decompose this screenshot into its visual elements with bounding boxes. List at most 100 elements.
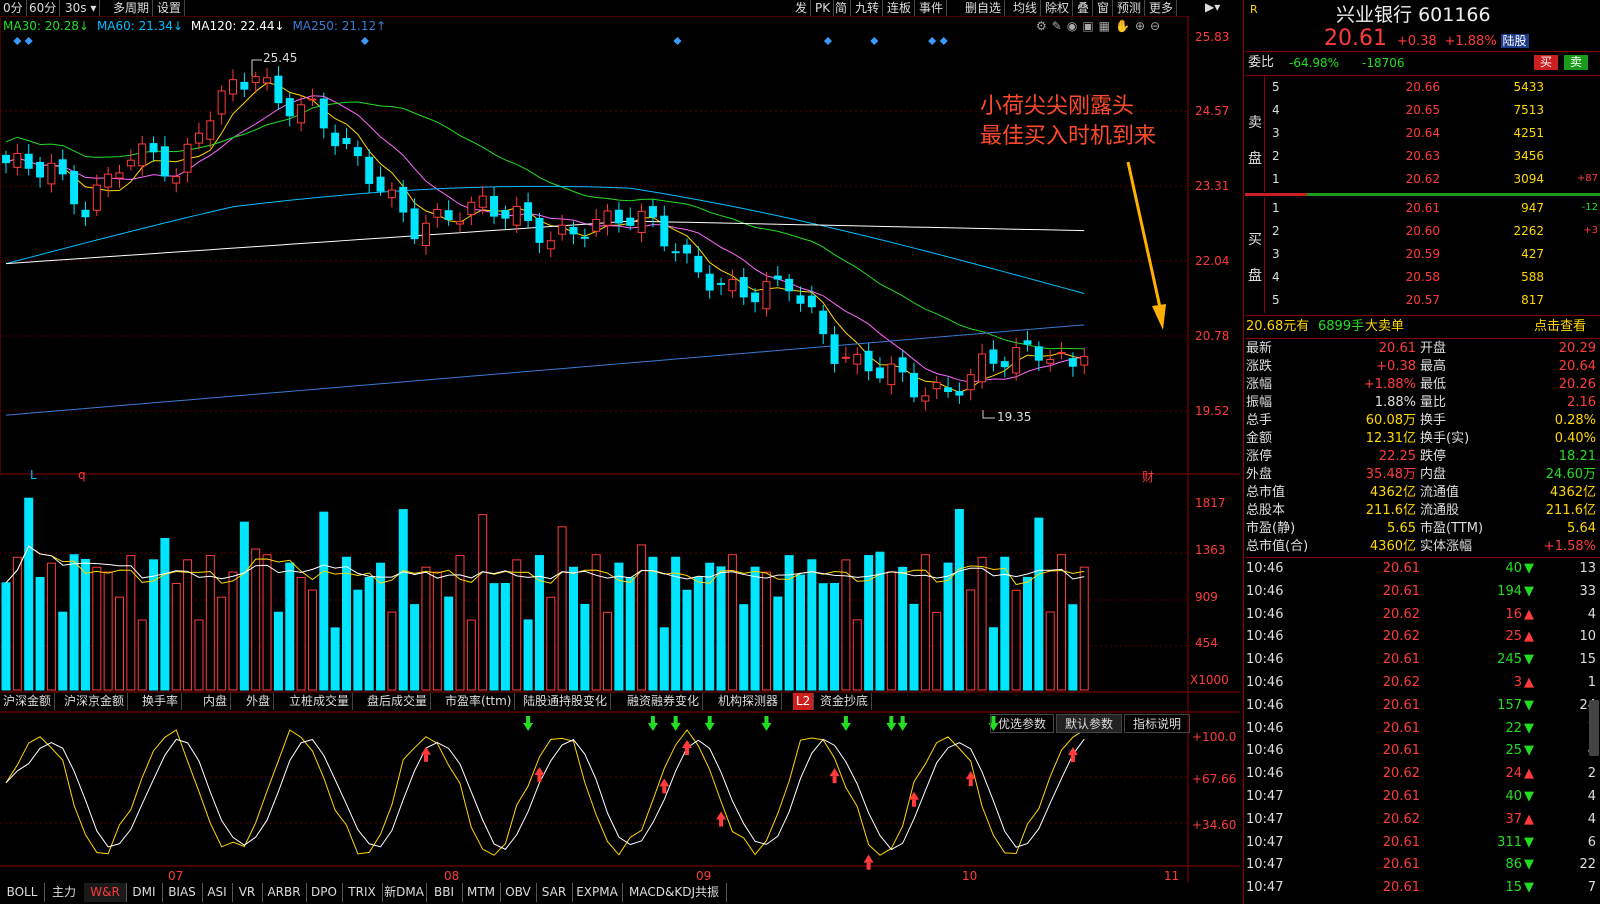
bottom-tab[interactable]: SAR: [536, 883, 573, 902]
bottom-tab[interactable]: OBV: [500, 883, 537, 902]
indicator-tab[interactable]: 资金抄底: [817, 693, 873, 710]
period-0min[interactable]: 0分: [0, 0, 27, 16]
q-marker[interactable]: q: [78, 468, 86, 482]
bottom-tab[interactable]: EXPMA: [572, 883, 623, 902]
default-params-button[interactable]: 默认参数: [1056, 714, 1122, 733]
bottom-tab[interactable]: 新DMA: [382, 883, 427, 902]
l-marker[interactable]: L: [30, 468, 37, 482]
order-row[interactable]: 2 20.63 3456: [1244, 147, 1600, 165]
tick-count: 10: [1579, 629, 1596, 645]
bottom-tab[interactable]: 主力: [44, 883, 85, 902]
stat-label: 跌停: [1420, 449, 1447, 464]
toolbar-item[interactable]: 叠: [1074, 0, 1094, 16]
indicator-tab[interactable]: 机构探测器: [715, 693, 783, 710]
order-row[interactable]: 2 20.60 2262 +3: [1244, 222, 1600, 240]
pen-icon[interactable]: ✎: [1052, 19, 1067, 33]
indicator-tab[interactable]: 陆股通持股变化: [520, 693, 612, 710]
chevron-down-icon[interactable]: ▾: [90, 1, 96, 15]
indicator-tab[interactable]: L2: [793, 693, 815, 710]
bottom-tab[interactable]: MACD&KDJ共振: [622, 883, 727, 902]
bottom-tab[interactable]: W&R: [84, 883, 127, 902]
camera-icon[interactable]: ▣: [1082, 19, 1098, 33]
indicator-tab[interactable]: 立桩成交量: [286, 693, 354, 710]
cai-marker[interactable]: 财: [1142, 468, 1154, 485]
bottom-tab[interactable]: MTM: [462, 883, 501, 902]
optimal-params-button[interactable]: 优选参数: [990, 714, 1054, 733]
bottom-tab[interactable]: ARBR: [262, 883, 307, 902]
toolbar-item[interactable]: 删自选: [962, 0, 1006, 16]
volume-bar: [410, 604, 420, 691]
play-icon[interactable]: ▶▾: [1205, 0, 1220, 14]
volume-bar: [875, 551, 885, 691]
volume-bar: [12, 556, 22, 691]
bottom-tab[interactable]: BOLL: [0, 883, 45, 902]
candle-body: [751, 292, 760, 303]
order-row[interactable]: 4 20.58 588: [1244, 268, 1600, 286]
eye-icon[interactable]: ◉: [1067, 19, 1082, 33]
order-row[interactable]: 1 20.61 947 -12: [1244, 199, 1600, 217]
zoom-out-icon[interactable]: ⊖: [1150, 19, 1165, 33]
candle-body: [1046, 358, 1055, 364]
multi-period-button[interactable]: 多周期: [110, 0, 154, 16]
bottom-tab[interactable]: BIAS: [162, 883, 203, 902]
sell-button[interactable]: 卖: [1564, 55, 1588, 70]
toolbar-item[interactable]: 除权: [1042, 0, 1074, 16]
hand-icon[interactable]: ✋: [1115, 19, 1135, 33]
indicator-tab[interactable]: 融资融券变化: [624, 693, 704, 710]
candle-body: [603, 210, 612, 226]
toolbar-item[interactable]: 九转: [852, 0, 884, 16]
toolbar-item[interactable]: 连板: [884, 0, 916, 16]
toolbar-item[interactable]: PK: [812, 0, 835, 16]
indicator-help-button[interactable]: 指标说明: [1124, 714, 1190, 733]
order-row[interactable]: 4 20.65 7513: [1244, 101, 1600, 119]
indicator-tab[interactable]: 外盘: [243, 693, 275, 710]
order-row[interactable]: 1 20.62 3094 +87: [1244, 170, 1600, 188]
grid-icon[interactable]: ▦: [1099, 19, 1115, 33]
stat-label: 最低: [1420, 377, 1447, 392]
tick-scrollbar[interactable]: [1589, 700, 1599, 756]
sell-signal-icon: [523, 723, 534, 731]
candle-body: [1034, 346, 1043, 361]
settings-button[interactable]: 设置: [154, 0, 186, 16]
toolbar-item[interactable]: 简: [832, 0, 852, 16]
buy-button[interactable]: 买: [1534, 55, 1558, 70]
order-row[interactable]: 5 20.66 5433: [1244, 78, 1600, 96]
toolbar-item[interactable]: 事件: [916, 0, 948, 16]
indicator-tab[interactable]: 沪深金额: [0, 693, 56, 710]
stat-label: 流通值: [1420, 485, 1460, 500]
candle-body: [1000, 361, 1009, 368]
bottom-tab[interactable]: VR: [232, 883, 263, 902]
bottom-tab[interactable]: ASI: [202, 883, 233, 902]
indicator-tab[interactable]: 盘后成交量: [364, 693, 432, 710]
period-30s[interactable]: 30s ▾: [62, 0, 101, 16]
bottom-tab[interactable]: BBI: [426, 883, 463, 902]
bottom-tab[interactable]: TRIX: [342, 883, 383, 902]
gear-icon[interactable]: ⚙: [1036, 19, 1052, 33]
sell-signal-icon: [526, 716, 531, 723]
view-big-order-link[interactable]: 点击查看: [1534, 318, 1586, 336]
ma250-line: [5, 324, 1085, 416]
toolbar-item[interactable]: 均线: [1010, 0, 1042, 16]
toolbar-item[interactable]: 预测: [1114, 0, 1146, 16]
candle-body: [875, 367, 884, 379]
zoom-in-icon[interactable]: ⊕: [1135, 19, 1150, 33]
order-row[interactable]: 5 20.57 817: [1244, 291, 1600, 309]
period-60min[interactable]: 60分: [26, 0, 61, 16]
stat-row: 总市值(合) 4360亿 实体涨幅 +1.58%: [1244, 538, 1600, 556]
tick-row: 10:46 20.61 194 ▼ 33: [1244, 583, 1600, 601]
indicator-tab[interactable]: 沪深京金额: [61, 693, 129, 710]
indicator-tab[interactable]: 内盘: [200, 693, 232, 710]
toolbar-item[interactable]: 窗: [1094, 0, 1114, 16]
order-row[interactable]: 3 20.59 427: [1244, 245, 1600, 263]
order-row[interactable]: 3 20.64 4251: [1244, 124, 1600, 142]
tick-count: 6: [1587, 834, 1596, 850]
tick-row: 10:46 20.62 25 ▲ 10: [1244, 628, 1600, 646]
volume-bar: [58, 611, 68, 691]
toolbar-item[interactable]: 发: [792, 0, 812, 16]
indicator-tab[interactable]: 市盈率(ttm): [442, 693, 516, 710]
toolbar-item[interactable]: 更多: [1146, 0, 1178, 16]
stat-label: 金额: [1246, 431, 1273, 446]
bottom-tab[interactable]: DPO: [306, 883, 343, 902]
indicator-tab[interactable]: 换手率: [139, 693, 183, 710]
bottom-tab[interactable]: DMI: [126, 883, 163, 902]
